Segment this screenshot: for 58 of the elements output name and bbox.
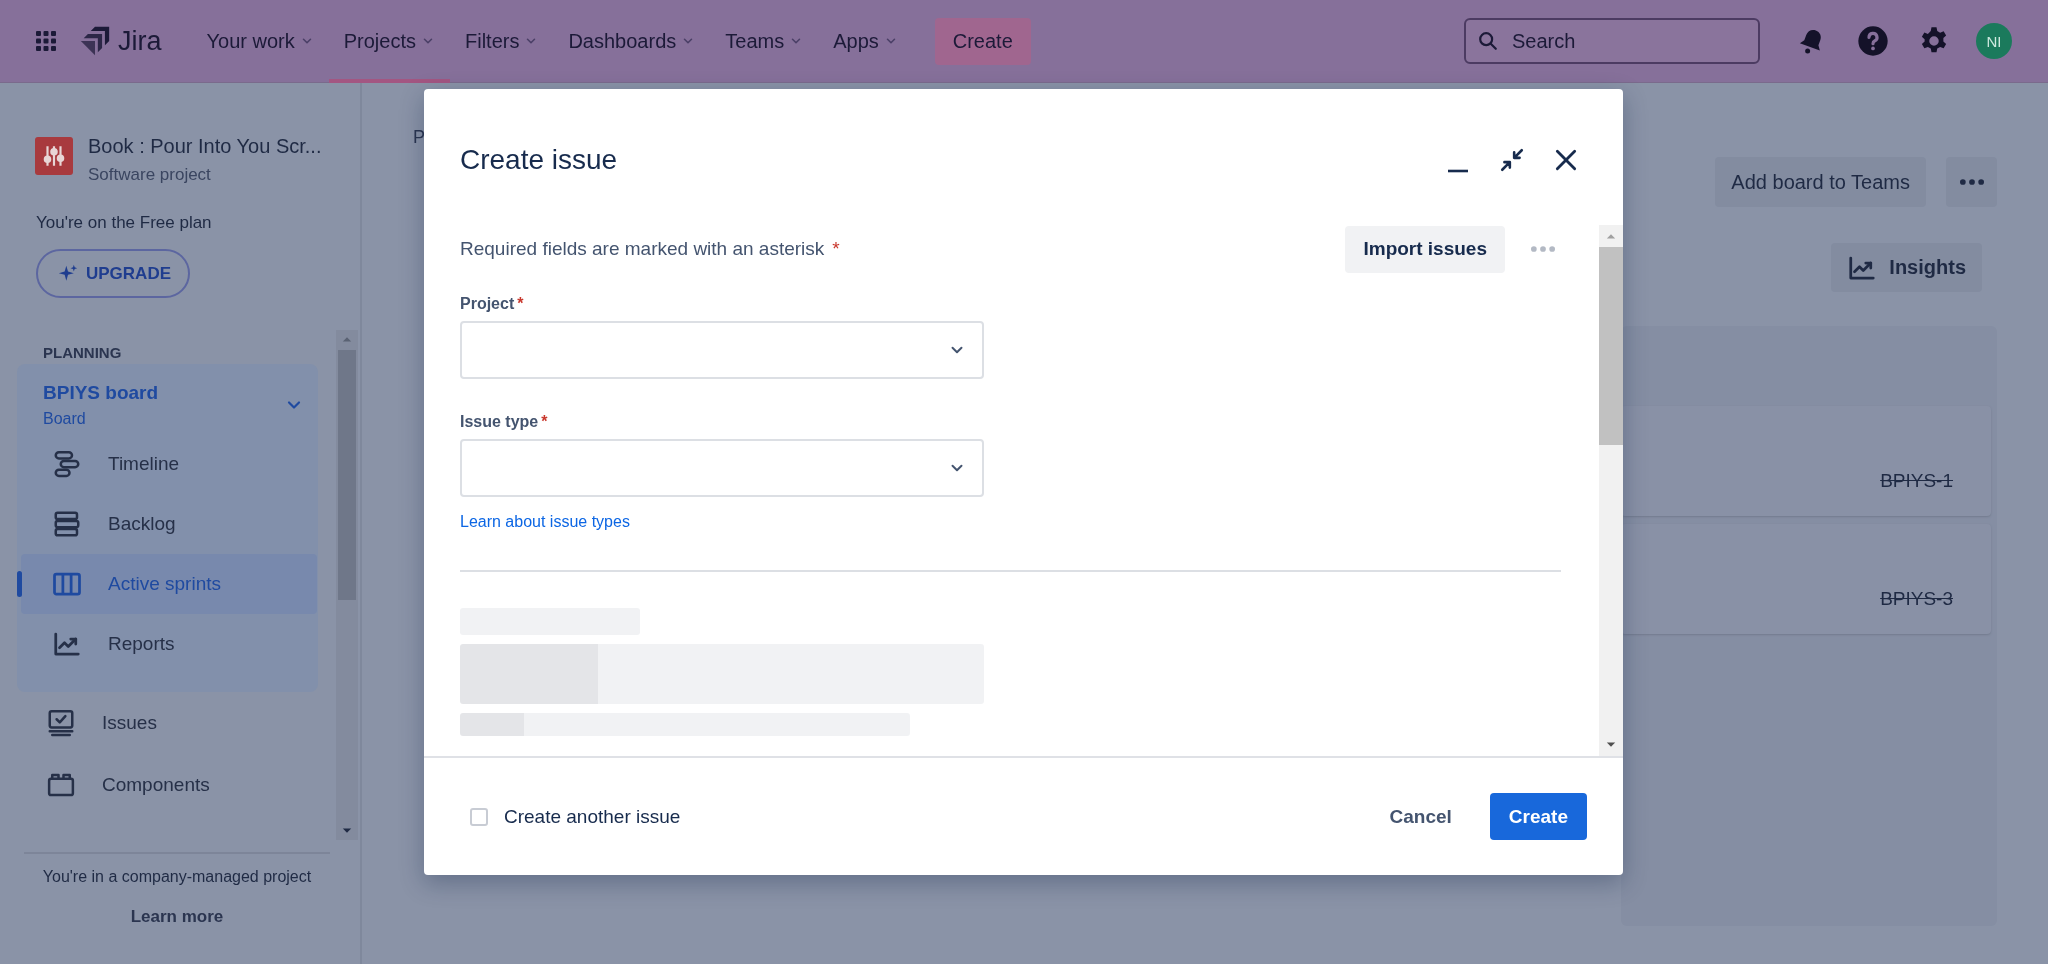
- dialog-title: Create issue: [460, 144, 619, 176]
- sidebar-item[interactable]: Reports: [21, 614, 317, 674]
- nav-menu[interactable]: Filters: [449, 0, 554, 83]
- create-button[interactable]: Create: [1489, 793, 1587, 840]
- timeline-icon: [52, 449, 82, 479]
- more-icon: [1531, 246, 1555, 252]
- nav-menu[interactable]: Apps: [818, 0, 913, 83]
- upgrade-button[interactable]: UPGRADE: [36, 249, 190, 298]
- close-icon: [1553, 147, 1579, 173]
- sidebar-item[interactable]: Backlog: [21, 494, 317, 554]
- board-header[interactable]: BPIYS board Board: [17, 372, 318, 434]
- cancel-button[interactable]: Cancel: [1369, 793, 1472, 840]
- help-icon[interactable]: [1857, 25, 1889, 57]
- nav-menu[interactable]: Dashboards: [553, 0, 711, 83]
- issue-key[interactable]: BPIYS-3: [1880, 588, 1953, 610]
- learn-more-link[interactable]: Learn more: [124, 906, 230, 928]
- issue-card[interactable]: BPIYS-3: [1621, 524, 1991, 634]
- project-note: You're in a company-managed project: [41, 868, 313, 886]
- scrollbar[interactable]: [1599, 225, 1623, 756]
- issue-key[interactable]: BPIYS-1: [1880, 470, 1953, 492]
- learn-issue-types-link[interactable]: Learn about issue types: [460, 513, 630, 531]
- checkbox[interactable]: [470, 807, 488, 826]
- sidebar-item[interactable]: Issues: [0, 692, 318, 754]
- project-type: Software project: [88, 165, 212, 185]
- jira-logo-icon[interactable]: [78, 24, 112, 58]
- collapse-arrows-icon: [1499, 147, 1525, 173]
- field-label: Project *: [460, 295, 525, 313]
- more-button[interactable]: [1946, 157, 1997, 207]
- minimize-icon: [1445, 169, 1471, 173]
- field-label: Issue type *: [460, 413, 549, 431]
- create-button[interactable]: Create: [934, 17, 1031, 65]
- add-board-button[interactable]: Add board to Teams: [1715, 157, 1926, 207]
- sidebar-item[interactable]: Components: [0, 754, 318, 816]
- search-icon: [1477, 30, 1499, 52]
- required-fields-note: Required fields are marked with an asterisk *: [460, 238, 841, 260]
- more-icon: [1959, 179, 1984, 185]
- checkbox-label[interactable]: Create another issue: [504, 805, 681, 828]
- app-logo-text[interactable]: Jira: [118, 25, 162, 57]
- breadcrumb[interactable]: P: [413, 127, 425, 157]
- section-heading: PLANNING: [42, 343, 123, 360]
- select-field[interactable]: [460, 439, 984, 497]
- selected-indicator: [17, 571, 22, 597]
- insights-button[interactable]: Insights: [1831, 243, 1982, 292]
- user-avatar[interactable]: NI: [1976, 23, 2012, 59]
- search-field[interactable]: Search: [1464, 18, 1760, 64]
- sidebar-item[interactable]: Timeline: [21, 434, 317, 494]
- scrollbar[interactable]: [336, 330, 358, 840]
- nav-menu[interactable]: Teams: [710, 0, 819, 83]
- issue-card[interactable]: BPIYS-1: [1621, 406, 1991, 516]
- app-grid-icon[interactable]: [34, 29, 58, 53]
- import-issues-button[interactable]: Import issues: [1345, 225, 1505, 273]
- select-field[interactable]: [460, 321, 984, 379]
- monitor-check-icon: [46, 708, 76, 738]
- project-name[interactable]: Book : Pour Into You Scr...: [88, 135, 322, 158]
- nav-menu[interactable]: Your work: [191, 0, 329, 83]
- plan-note: You're on the Free plan: [36, 213, 213, 233]
- sliders-icon: [41, 143, 67, 169]
- backlog-icon: [52, 509, 82, 539]
